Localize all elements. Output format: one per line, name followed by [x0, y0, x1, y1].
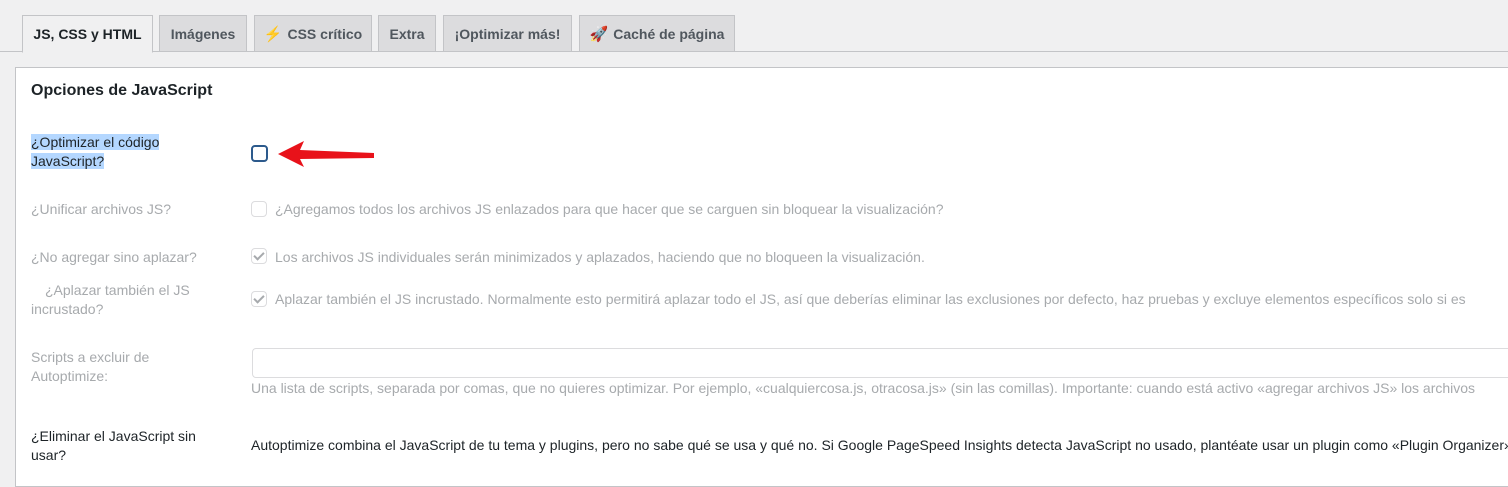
- optimize-js-label-line2: JavaScript?: [31, 153, 105, 169]
- optimize-js-label: ¿Optimizar el código JavaScript?: [31, 133, 221, 171]
- tab-page-cache[interactable]: 🚀 Caché de página: [579, 15, 735, 52]
- settings-tabs: JS, CSS y HTML Imágenes ⚡ CSS crítico Ext…: [0, 0, 1508, 53]
- defer-inline-label-line2: incrustado?: [31, 301, 104, 317]
- remove-unused-label-line1: ¿Eliminar el JavaScript sin: [31, 428, 196, 444]
- defer-inline-checkbox[interactable]: [251, 291, 267, 307]
- defer-inline-label-line1: ¿Aplazar también el JS: [45, 282, 190, 298]
- exclude-scripts-input[interactable]: [252, 348, 1508, 378]
- defer-js-description: Los archivos JS individuales serán minim…: [275, 249, 925, 265]
- annotation-arrow-icon: [278, 141, 374, 167]
- aggregate-js-description: ¿Agregamos todos los archivos JS enlazad…: [275, 201, 944, 217]
- exclude-scripts-help: Una lista de scripts, separada por comas…: [251, 380, 1476, 396]
- settings-panel: [15, 67, 1508, 487]
- aggregate-js-label: ¿Unificar archivos JS?: [31, 201, 172, 217]
- exclude-scripts-label: Scripts a excluir de Autoptimize:: [31, 348, 221, 386]
- defer-js-checkbox[interactable]: [251, 248, 267, 264]
- tab-label: JS, CSS y HTML: [33, 26, 142, 42]
- tab-label: Extra: [389, 25, 425, 42]
- lightning-icon: ⚡: [263, 25, 283, 43]
- exclude-scripts-label-line1: Scripts a excluir de: [31, 349, 150, 365]
- tab-optimize-more[interactable]: ¡Optimizar más!: [443, 15, 572, 52]
- tab-label: Imágenes: [170, 25, 236, 42]
- rocket-icon: 🚀: [589, 25, 609, 43]
- tab-images[interactable]: Imágenes: [159, 15, 247, 52]
- tab-label: ¡Optimizar más!: [454, 25, 561, 42]
- tab-js-css-html[interactable]: JS, CSS y HTML: [22, 15, 153, 53]
- tab-label: Caché de página: [613, 25, 725, 42]
- defer-inline-description: Aplazar también el JS incrustado. Normal…: [275, 291, 1466, 307]
- section-title: Opciones de JavaScript: [31, 82, 213, 99]
- tab-extra[interactable]: Extra: [378, 15, 436, 52]
- remove-unused-description: Autoptimize combina el JavaScript de tu …: [251, 437, 1508, 453]
- remove-unused-label: ¿Eliminar el JavaScript sin usar?: [31, 427, 221, 465]
- defer-inline-label: ¿Aplazar también el JS incrustado?: [31, 281, 221, 319]
- defer-js-label: ¿No agregar sino aplazar?: [31, 249, 197, 265]
- exclude-scripts-label-line2: Autoptimize:: [31, 368, 109, 384]
- aggregate-js-checkbox[interactable]: [251, 201, 267, 217]
- tab-critical-css[interactable]: ⚡ CSS crítico: [254, 15, 372, 52]
- optimize-js-label-line1: ¿Optimizar el código: [31, 134, 160, 150]
- optimize-js-checkbox[interactable]: [251, 145, 268, 162]
- remove-unused-label-line2: usar?: [31, 447, 67, 463]
- tab-label: CSS crítico: [287, 25, 363, 42]
